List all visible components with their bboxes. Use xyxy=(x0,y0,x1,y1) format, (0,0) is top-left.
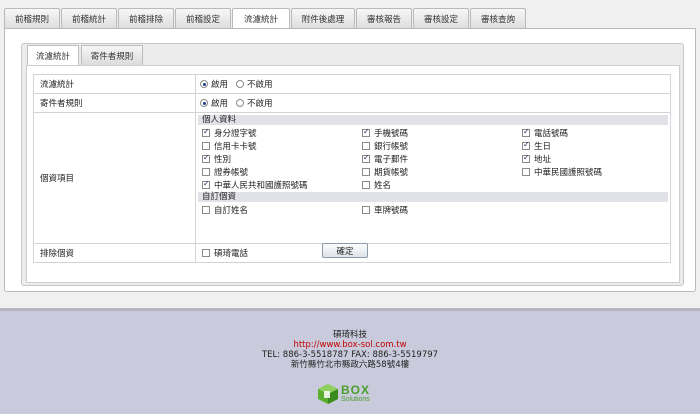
personal-data-item: 銀行帳號 xyxy=(358,139,518,152)
tab-audit-query[interactable]: 審核查詢 xyxy=(470,8,526,28)
personal-data-checkbox[interactable] xyxy=(522,167,530,176)
personal-data-item: 手機號碼 xyxy=(358,126,518,139)
logo-wordmark: BOX xyxy=(341,383,371,397)
personal-data-checkbox-label: 手機號碼 xyxy=(374,128,409,139)
personal-data-checkbox[interactable] xyxy=(362,141,370,150)
personal-data-checkbox[interactable] xyxy=(202,179,210,189)
personal-section-header: 個人資料 xyxy=(198,115,668,125)
main-area: 前稽規則 前稽統計 前稽排除 前稽設定 流濾統計 附件後處理 審核報告 審核設定… xyxy=(0,0,700,308)
personal-data-checkbox[interactable] xyxy=(202,167,210,176)
personal-data-checkbox-label: 生日 xyxy=(534,141,552,152)
stats-radio-group: 啟用 不啟用 xyxy=(200,75,666,93)
personal-data-item: 性別 xyxy=(198,152,358,165)
footer-address: 新竹縣竹北市縣政六路58號4樓 xyxy=(290,360,410,370)
box-logo-icon xyxy=(318,384,338,404)
personal-data-checkbox-label: 中華民國護照號碼 xyxy=(534,167,603,178)
exclude-label: 排除個資 xyxy=(33,243,196,263)
stats-enable-radio[interactable] xyxy=(200,80,208,88)
sender-disable-radio[interactable] xyxy=(236,99,245,107)
logo-subtitle: Solutions xyxy=(341,396,370,403)
personal-data-item: 姓名 xyxy=(358,178,518,191)
stats-disable-label: 不啟用 xyxy=(247,80,273,90)
personal-data-item: 期貨帳號 xyxy=(358,165,518,178)
personal-data-checkbox-label: 地址 xyxy=(534,154,552,165)
stats-enable-label: 啟用 xyxy=(211,80,229,90)
personal-data-checkbox[interactable] xyxy=(202,141,210,150)
custom-data-checkbox-label: 車牌號碼 xyxy=(374,205,409,216)
custom-section-header: 自訂個資 xyxy=(198,192,668,202)
personal-data-item: 信用卡卡號 xyxy=(198,139,358,152)
footer: 碩琦科技 http://www.box-sol.com.tw TEL: 886-… xyxy=(0,311,700,414)
personal-data-checkbox-label: 中華人民共和國護照號碼 xyxy=(214,180,308,191)
footer-url-link[interactable]: http://www.box-sol.com.tw xyxy=(0,340,700,350)
personal-data-checkbox[interactable] xyxy=(362,153,370,163)
custom-data-checkbox[interactable] xyxy=(202,205,210,214)
tab-pre-settings[interactable]: 前稽設定 xyxy=(175,8,231,28)
personal-data-item: 電子郵件 xyxy=(358,152,518,165)
sender-disable-label: 不啟用 xyxy=(247,99,273,109)
tab-attachment-post[interactable]: 附件後處理 xyxy=(291,8,355,28)
stats-label: 流濾統計 xyxy=(33,74,196,94)
company-logo: BOX Solutions xyxy=(317,383,370,405)
tab-audit-settings[interactable]: 審核設定 xyxy=(413,8,469,28)
personal-data-item: 電話號碼 xyxy=(518,126,668,139)
personal-data-checkbox[interactable] xyxy=(202,153,210,163)
personal-data-checkbox[interactable] xyxy=(202,127,210,137)
personal-data-checkbox-label: 電子郵件 xyxy=(374,154,409,165)
personal-data-checkbox[interactable] xyxy=(522,140,530,150)
custom-data-item: 車牌號碼 xyxy=(358,203,518,216)
personal-data-item: 中華民國護照號碼 xyxy=(518,165,668,178)
personal-data-checkbox[interactable] xyxy=(362,127,370,137)
footer-contact: TEL: 886-3-5518787 FAX: 886-3-5519797 xyxy=(261,350,439,360)
custom-data-checkbox-label: 自訂姓名 xyxy=(214,205,249,216)
tab-filter-stats[interactable]: 流濾統計 xyxy=(232,8,290,29)
personal-data-checkbox[interactable] xyxy=(362,180,370,189)
sub-tabbar: 流濾統計 寄件者規則 xyxy=(27,45,145,66)
custom-data-item: 自訂姓名 xyxy=(198,203,358,216)
stats-disable-radio[interactable] xyxy=(236,80,245,88)
main-tabbar: 前稽規則 前稽統計 前稽排除 前稽設定 流濾統計 附件後處理 審核報告 審核設定… xyxy=(4,8,527,29)
personal-data-item: 身分證字號 xyxy=(198,126,358,139)
sender-enable-label: 啟用 xyxy=(211,99,229,109)
personal-data-item: 中華人民共和國護照號碼 xyxy=(198,178,358,191)
tab-pre-stats[interactable]: 前稽統計 xyxy=(61,8,117,28)
sender-label: 寄件者規則 xyxy=(33,93,196,113)
personal-data-checkbox[interactable] xyxy=(362,167,370,176)
footer-company: 碩琦科技 xyxy=(332,330,367,340)
sender-radio-group: 啟用 不啟用 xyxy=(200,94,666,112)
personal-data-label: 個資項目 xyxy=(33,112,196,244)
subtab-sender-rules[interactable]: 寄件者規則 xyxy=(81,45,143,65)
personal-data-checkbox[interactable] xyxy=(522,127,530,137)
tab-audit-report[interactable]: 審核報告 xyxy=(356,8,412,28)
personal-data-checkbox-label: 期貨帳號 xyxy=(374,167,409,178)
sender-enable-radio[interactable] xyxy=(200,99,208,107)
settings-form: 流濾統計 啟用 不啟用 寄件者規則 啟用 不啟用 個資項目 個人資料 ✓ 身分證… xyxy=(33,74,671,263)
personal-data-checkbox-label: 姓名 xyxy=(374,180,392,191)
custom-data-checkbox[interactable] xyxy=(362,205,370,214)
tab-pre-exclude[interactable]: 前稽排除 xyxy=(118,8,174,28)
personal-data-item: 地址 xyxy=(518,152,668,165)
personal-data-checkbox-label: 電話號碼 xyxy=(534,128,569,139)
confirm-button[interactable]: 確定 xyxy=(322,243,368,258)
exclude-checkbox[interactable] xyxy=(202,249,210,257)
exclude-checkbox-label: 碩琦電話 xyxy=(214,249,249,259)
personal-items-grid: 身分證字號 手機號碼 電話號碼信用卡卡號 銀行帳號 生日性別 電子郵件 地址證券帳號 期貨帳號… xyxy=(198,126,668,191)
personal-data-item: 生日 xyxy=(518,139,668,152)
personal-data-item: 證券帳號 xyxy=(198,165,358,178)
personal-data-checkbox-label: 證券帳號 xyxy=(214,167,249,178)
tab-pre-rules[interactable]: 前稽規則 xyxy=(4,8,60,28)
personal-data-checkbox-label: 性別 xyxy=(214,154,232,165)
personal-data-checkbox-label: 身分證字號 xyxy=(214,128,257,139)
subtab-filter-stats[interactable]: 流濾統計 xyxy=(27,45,79,66)
custom-items-grid: 自訂姓名 車牌號碼 xyxy=(198,203,668,216)
personal-data-checkbox[interactable] xyxy=(522,153,530,163)
personal-data-checkbox-label: 信用卡卡號 xyxy=(214,141,257,152)
personal-data-checkbox-label: 銀行帳號 xyxy=(374,141,409,152)
exclude-items-grid: 碩琦電話 xyxy=(198,247,666,260)
